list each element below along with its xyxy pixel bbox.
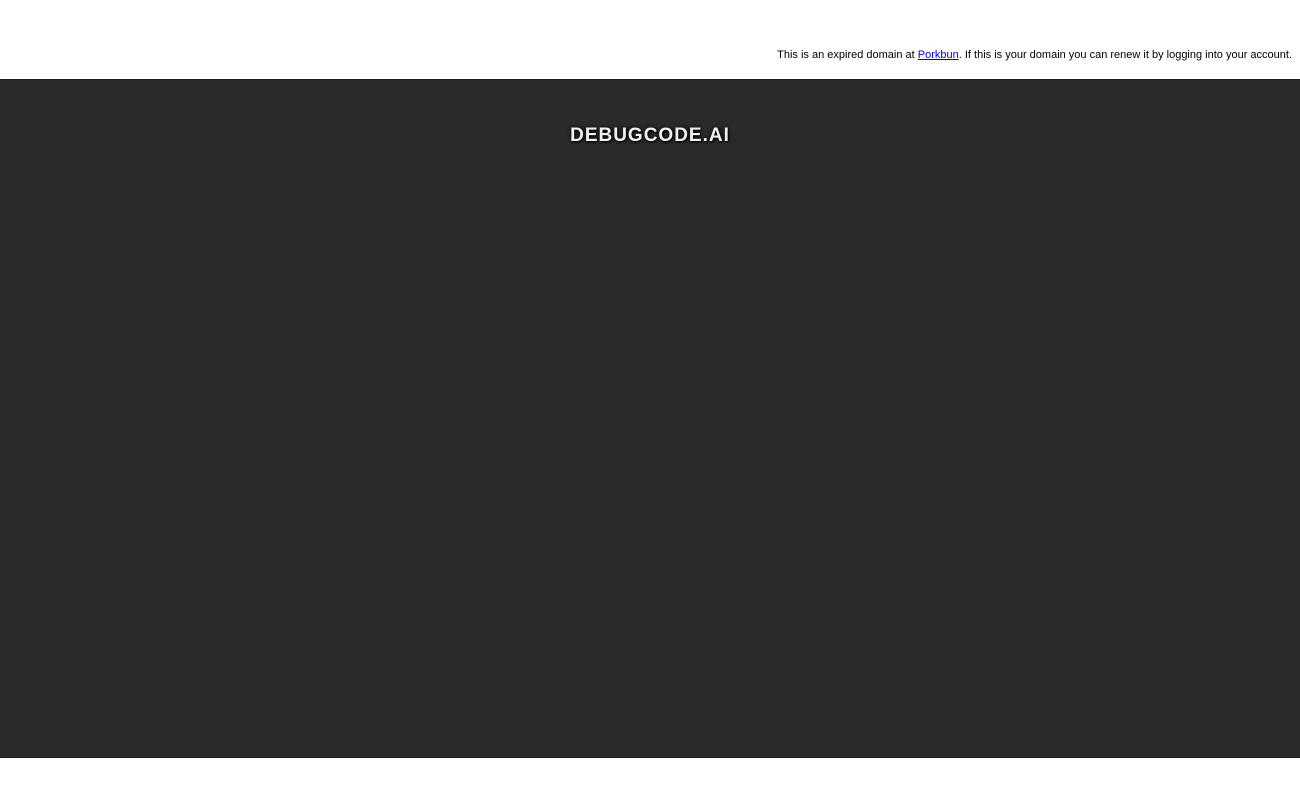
bottom-bar [0,758,1300,788]
notice-prefix: This is an expired domain at [777,49,918,61]
top-bar: This is an expired domain at Porkbun. If… [0,0,1300,79]
parked-domain-panel: DEBUGCODE.AI [0,79,1300,758]
notice-suffix: . If this is your domain you can renew i… [958,49,1292,61]
domain-title: DEBUGCODE.AI [570,125,730,146]
porkbun-link[interactable]: Porkbun [918,49,959,61]
expired-domain-notice: This is an expired domain at Porkbun. If… [777,48,1292,62]
